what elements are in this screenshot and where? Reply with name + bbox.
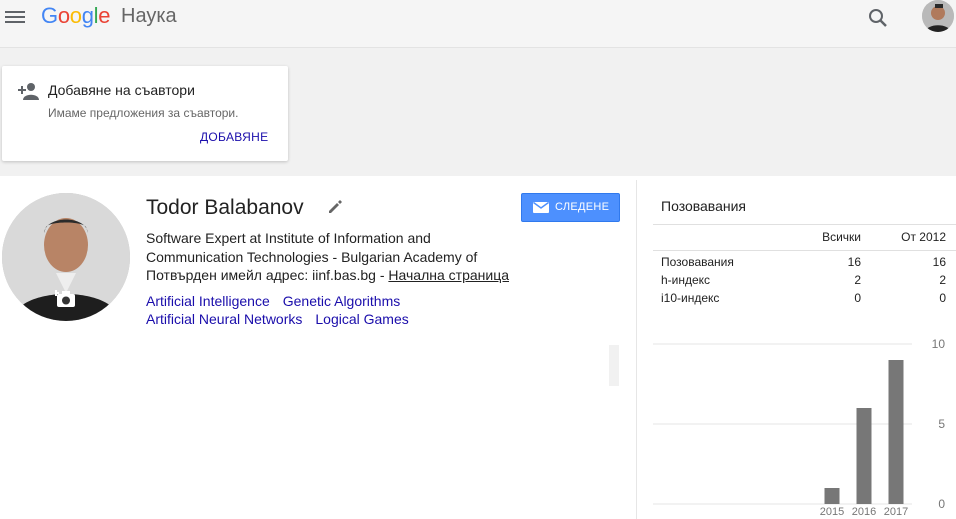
bar-2017[interactable] bbox=[888, 360, 904, 504]
verified-email: Потвърден имейл адрес: iinf.bas.bg - Нач… bbox=[146, 267, 509, 283]
homepage-link[interactable]: Начална страница bbox=[388, 267, 509, 283]
email-text: Потвърден имейл адрес: iinf.bas.bg - bbox=[146, 267, 389, 283]
follow-button[interactable]: СЛЕДЕНЕ bbox=[521, 193, 620, 222]
top-app-bar: Google Наука bbox=[0, 0, 956, 48]
add-person-icon bbox=[18, 82, 40, 100]
follow-label: СЛЕДЕНЕ bbox=[555, 201, 610, 213]
interest-link[interactable]: Genetic Algorithms bbox=[283, 293, 401, 309]
divider bbox=[653, 224, 956, 225]
table-row: h-индекс 2 2 bbox=[661, 273, 946, 287]
account-avatar[interactable] bbox=[922, 0, 954, 32]
interest-link[interactable]: Artificial Neural Networks bbox=[146, 311, 302, 327]
edit-pencil-icon[interactable] bbox=[327, 199, 343, 215]
x-tick-label: 2017 bbox=[884, 506, 908, 518]
interest-link[interactable]: Logical Games bbox=[315, 311, 408, 327]
coauthor-suggestion-card: Добавяне на съавтори Имаме предложения з… bbox=[2, 66, 288, 161]
card-subtitle: Имаме предложения за съавтори. bbox=[48, 106, 239, 120]
x-tick-label: 2015 bbox=[820, 506, 844, 518]
x-tick-label: 2016 bbox=[852, 506, 876, 518]
envelope-icon bbox=[533, 201, 549, 213]
change-photo-camera-icon[interactable] bbox=[53, 289, 77, 309]
profile-name: Todor Balabanov bbox=[146, 196, 304, 219]
y-tick-label: 10 bbox=[932, 337, 946, 351]
table-header: Всички От 2012 bbox=[653, 226, 956, 250]
column-since[interactable]: От 2012 bbox=[901, 230, 946, 244]
card-title: Добавяне на съавтори bbox=[48, 82, 195, 98]
citations-table: Всички От 2012 Позовавания 16 16 h-индек… bbox=[653, 226, 956, 309]
y-tick-label: 0 bbox=[938, 497, 945, 511]
affiliation: Software Expert at Institute of Informat… bbox=[146, 230, 478, 265]
google-logo[interactable]: Google bbox=[41, 3, 110, 29]
product-name[interactable]: Наука bbox=[121, 5, 177, 28]
column-all[interactable]: Всички bbox=[822, 230, 861, 244]
bar-2016[interactable] bbox=[856, 408, 872, 504]
column-divider bbox=[636, 180, 637, 519]
citations-chart: 0 5 10 2015 2016 2017 bbox=[653, 337, 946, 518]
table-row: i10-индекс 0 0 bbox=[661, 291, 946, 305]
citations-title: Позовавания bbox=[661, 198, 747, 214]
profile-photo[interactable] bbox=[2, 193, 130, 321]
bar-2015[interactable] bbox=[824, 488, 840, 504]
hamburger-menu-icon[interactable] bbox=[5, 8, 25, 26]
table-row: Позовавания 16 16 bbox=[661, 255, 946, 269]
add-coauthors-button[interactable]: ДОБАВЯНЕ bbox=[200, 130, 268, 144]
scrollbar[interactable] bbox=[609, 345, 619, 386]
y-tick-label: 5 bbox=[938, 417, 945, 431]
search-icon[interactable] bbox=[866, 6, 890, 30]
research-interests: Artificial Intelligence Genetic Algorithm… bbox=[146, 292, 466, 328]
interest-link[interactable]: Artificial Intelligence bbox=[146, 293, 270, 309]
divider bbox=[653, 250, 956, 251]
